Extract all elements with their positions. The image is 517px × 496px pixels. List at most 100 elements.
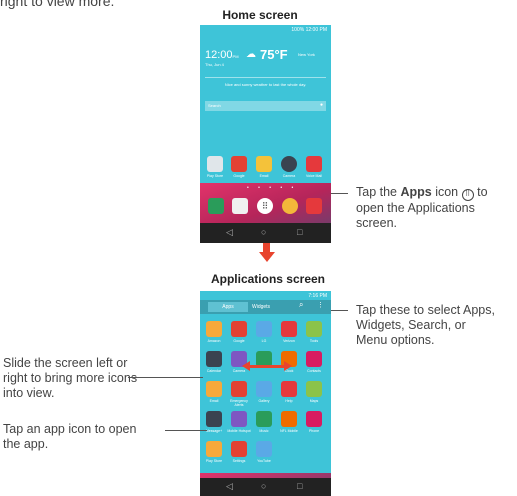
app-label: Contacts <box>307 369 321 373</box>
home-screen-phone: 100% 12:00 PM 12:00PM Thu, Jun 4 ☁ 75°F … <box>200 25 331 243</box>
app-label: Phone <box>308 429 320 433</box>
callout-text: Widgets, Search, or <box>356 318 466 332</box>
clock-time: 12:00PM <box>205 49 239 61</box>
app-icon[interactable] <box>206 321 222 337</box>
app-icon[interactable] <box>256 411 272 427</box>
nav-bar: ◁ ○ □ <box>200 223 331 243</box>
app-icon[interactable] <box>281 321 297 337</box>
callout-line <box>331 310 348 311</box>
app-icon[interactable] <box>281 411 297 427</box>
apps-icon[interactable]: ⠿ <box>257 198 273 214</box>
app-label: NFL Mobile <box>280 429 298 433</box>
app-label: Emergency Alerts <box>230 399 248 407</box>
app-label: LG <box>261 339 267 343</box>
app-label: Google <box>233 174 245 178</box>
callout-text: the app. <box>3 437 49 451</box>
app-icon[interactable] <box>206 441 222 457</box>
app-label: Calendar <box>206 369 222 373</box>
contacts-icon[interactable] <box>232 198 248 214</box>
app-icon[interactable] <box>231 381 247 397</box>
status-bar: 100% 12:00 PM <box>291 27 327 33</box>
callout-text: Tap these to select Apps, <box>356 303 495 317</box>
app-icon[interactable] <box>256 381 272 397</box>
temperature: 75°F <box>260 47 288 62</box>
app-label: Amazon <box>207 339 221 343</box>
app-icon[interactable] <box>281 381 297 397</box>
phone-icon[interactable] <box>208 198 224 214</box>
app-label: Help <box>285 399 293 403</box>
app-label: Play Store <box>206 174 224 178</box>
apps-icon: ⠿ <box>461 189 474 201</box>
home-icon[interactable]: ○ <box>261 227 266 237</box>
apps-screen-heading: Applications screen <box>210 272 326 286</box>
recents-icon[interactable]: □ <box>297 227 302 237</box>
weather-text: Nice and sunny weather to last the whole… <box>224 82 307 87</box>
tap-callout: Tap an app icon to open the app. <box>3 422 178 452</box>
app-label: Verizon <box>283 339 295 343</box>
app-icon[interactable] <box>206 411 222 427</box>
tab-apps[interactable]: Apps <box>208 302 248 312</box>
voicemail-icon[interactable] <box>306 156 322 172</box>
home-icon[interactable]: ○ <box>261 481 266 491</box>
app-label: Settings <box>232 459 246 463</box>
chrome-icon[interactable] <box>282 198 298 214</box>
app-icon[interactable] <box>306 381 322 397</box>
back-icon[interactable]: ◁ <box>226 481 233 492</box>
camera-icon[interactable] <box>281 156 297 172</box>
app-icon[interactable] <box>306 351 322 367</box>
app-label: Play Store <box>205 459 223 463</box>
google-search-bar[interactable]: Search ● <box>205 101 326 111</box>
app-label: Voice Mail <box>306 174 322 178</box>
search-icon[interactable]: ⌕ <box>299 300 303 310</box>
app-label: Music <box>259 429 269 433</box>
weather-cloud-icon: ☁ <box>246 49 256 60</box>
callout-text: right to bring more icons <box>3 371 138 385</box>
home-screen-heading: Home screen <box>222 8 298 22</box>
weather-widget[interactable]: 12:00PM Thu, Jun 4 ☁ 75°F New York Nice … <box>205 39 326 95</box>
app-icon[interactable] <box>206 381 222 397</box>
back-icon[interactable]: ◁ <box>226 227 233 238</box>
down-arrow-shaft <box>263 243 270 252</box>
tab-widgets[interactable]: Widgets <box>252 302 270 312</box>
messaging-icon[interactable] <box>306 198 322 214</box>
mic-icon[interactable]: ● <box>320 102 323 108</box>
app-label: Tools <box>309 339 319 343</box>
apps-callout: Tap the Apps icon ⠿ to open the Applicat… <box>356 185 488 230</box>
status-bar: 7:16 PM <box>308 293 327 299</box>
email-icon[interactable] <box>256 156 272 172</box>
arrow-left-icon <box>242 361 250 371</box>
app-icon[interactable] <box>256 321 272 337</box>
app-label: YouTube <box>257 459 271 463</box>
date-label: Thu, Jun 4 <box>205 62 224 67</box>
app-icon[interactable] <box>231 411 247 427</box>
app-label: Email <box>209 399 219 403</box>
app-label: Gallery <box>258 399 270 403</box>
slide-arrow <box>248 365 286 368</box>
app-label: Mobile Hotspot <box>227 429 251 433</box>
menu-icon[interactable]: ⋮ <box>317 301 324 309</box>
app-label: Email <box>259 174 269 178</box>
google-folder-icon[interactable] <box>231 156 247 172</box>
nav-bar: ◁ ○ □ <box>200 478 331 496</box>
app-label: Maps <box>309 399 319 403</box>
page-indicator: • • • • • <box>247 185 298 191</box>
app-icon[interactable] <box>231 441 247 457</box>
tabs-callout: Tap these to select Apps, Widgets, Searc… <box>356 303 516 348</box>
down-arrow-icon <box>259 252 275 262</box>
app-icon[interactable] <box>206 351 222 367</box>
callout-text: Menu options. <box>356 333 435 347</box>
tab-bar: Apps Widgets ⌕ ⋮ <box>200 300 331 314</box>
callout-line <box>331 193 348 194</box>
top-text: right to view more. <box>0 0 115 9</box>
app-icon[interactable] <box>306 321 322 337</box>
callout-text: Slide the screen left or <box>3 356 128 370</box>
city-label: New York <box>298 52 315 57</box>
slide-callout: Slide the screen left or right to bring … <box>3 356 178 401</box>
app-icon[interactable] <box>231 321 247 337</box>
play-store-icon[interactable] <box>207 156 223 172</box>
app-icon[interactable] <box>256 441 272 457</box>
callout-line <box>165 430 207 431</box>
app-icon[interactable] <box>306 411 322 427</box>
recents-icon[interactable]: □ <box>297 481 302 491</box>
search-placeholder: Search <box>208 103 221 108</box>
